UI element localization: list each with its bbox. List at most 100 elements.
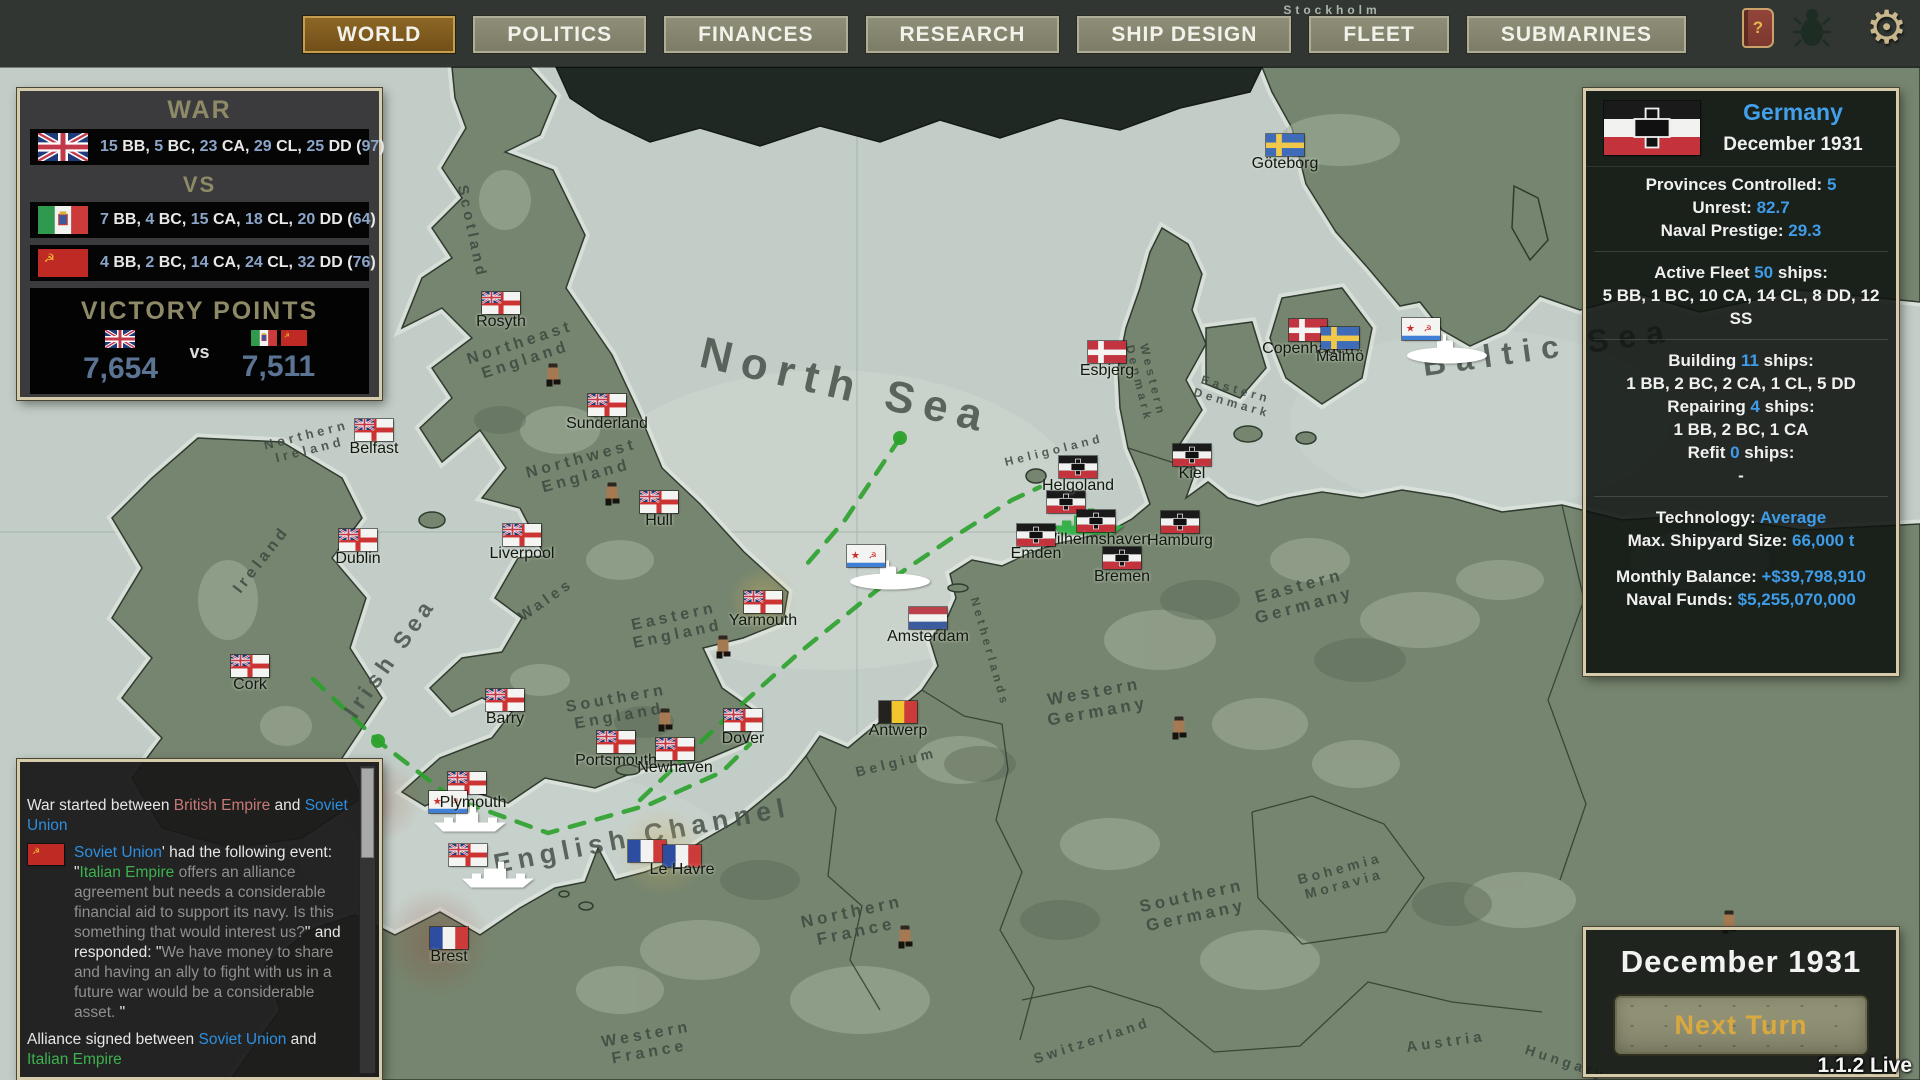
city-hamburg[interactable]: Hamburg	[1147, 511, 1213, 549]
city-label: Hull	[645, 512, 673, 529]
city-malmö[interactable]: Malmö	[1316, 327, 1364, 365]
city-label: Dover	[721, 730, 765, 747]
city-yarmouth[interactable]: Yarmouth	[729, 591, 797, 629]
vp-vs-label: vs	[189, 342, 210, 362]
flag-italy	[38, 206, 88, 234]
version-label: 1.1.2 Live	[1817, 1054, 1912, 1077]
flag-germany	[1017, 524, 1055, 546]
tab-finances[interactable]: FINANCES	[663, 15, 849, 54]
flag-netherlands	[909, 607, 947, 629]
tab-ship-design[interactable]: SHIP DESIGN	[1076, 15, 1293, 54]
city-portsmouth[interactable]: Portsmouth	[575, 731, 657, 769]
bug-icon[interactable]	[1792, 5, 1832, 56]
war-panel: WAR 15 BB, 5 BC, 23 CA, 29 CL, 25 DD (97…	[17, 88, 385, 400]
city-label: Helgoland	[1041, 477, 1115, 494]
army-unit-icon	[545, 363, 562, 393]
country-stat-line: -	[1738, 466, 1744, 485]
flag-france	[628, 840, 666, 862]
svg-text:★: ★	[851, 551, 860, 562]
city-label: Yarmouth	[728, 612, 798, 629]
flag-germany	[1059, 456, 1097, 478]
city-göteborg[interactable]: Göteborg	[1252, 134, 1318, 172]
tab-world[interactable]: WORLD	[302, 15, 457, 54]
city-emden[interactable]: Emden	[1011, 524, 1061, 562]
tab-research[interactable]: RESEARCH	[864, 15, 1061, 54]
event-log-scrollbar[interactable]	[359, 765, 376, 1074]
flag-sweden	[1321, 327, 1359, 349]
city-dublin[interactable]: Dublin	[335, 529, 381, 567]
country-stat-line: Naval Funds: $5,255,070,000	[1626, 590, 1856, 609]
fleet-flag-soviet-navy[interactable]: ★ ☭	[1402, 318, 1440, 340]
city-liverpool[interactable]: Liverpool	[490, 524, 554, 562]
nav-tabs: WORLD POLITICS FINANCES RESEARCH SHIP DESIGN…	[302, 15, 1688, 54]
army-unit-icon	[604, 482, 621, 512]
city-label: Bremen	[1093, 568, 1151, 585]
city-dover[interactable]: Dover	[722, 709, 764, 747]
city-bremen[interactable]: Bremen	[1094, 547, 1150, 585]
army-unit-icon	[1171, 716, 1188, 746]
country-stat-line: Technology: Average	[1594, 496, 1888, 529]
city-rosyth[interactable]: Rosyth	[476, 292, 526, 330]
army-unit-icon	[715, 635, 732, 665]
war-row-uk: 15 BB, 5 BC, 23 CA, 29 CL, 25 DD (97)	[30, 129, 385, 165]
city-label: Barry	[485, 710, 525, 727]
city-label: Le Havre	[649, 861, 715, 878]
city-label: Belfast	[349, 440, 399, 457]
scrollbar-thumb[interactable]	[361, 768, 374, 858]
victory-points-left: 7,654	[65, 330, 175, 386]
city-barry[interactable]: Barry	[486, 689, 524, 727]
current-date: December 1931	[1620, 944, 1862, 979]
city-le-havre[interactable]: Le Havre	[628, 840, 714, 878]
city-belfast[interactable]: Belfast	[350, 419, 398, 457]
city-label: Sunderland	[566, 415, 648, 432]
city-label: Hamburg	[1147, 532, 1213, 549]
next-turn-button[interactable]: Next Turn	[1613, 994, 1869, 1056]
city-label: Newhaven	[637, 759, 713, 776]
victory-points-block: VICTORY POINTS 7,654 vs ☭ 7,511	[30, 288, 369, 394]
country-stat-line: 1 BB, 2 BC, 1 CA	[1673, 420, 1809, 439]
city-label: Rosyth	[476, 313, 526, 330]
fleet-flag-uk-ensign[interactable]	[449, 844, 487, 866]
city-brest[interactable]: Brest	[430, 927, 468, 965]
city-label: Kiel	[1178, 465, 1206, 482]
flag-germany	[1173, 444, 1211, 466]
victory-points-right: ☭ 7,511	[224, 330, 334, 384]
settings-gear-icon[interactable]: ⚙	[1866, 0, 1907, 54]
event-log-panel: War started between British Empire and S…	[17, 759, 382, 1080]
fleet-flag-soviet-navy[interactable]: ★ ☭	[847, 545, 885, 567]
help-book-icon[interactable]: ?	[1742, 8, 1774, 48]
flag-uk-ensign	[482, 292, 520, 314]
flag-uk-ensign	[656, 738, 694, 760]
top-navbar: WORLD POLITICS FINANCES RESEARCH SHIP DESIGN…	[0, 0, 1920, 67]
city-sunderland[interactable]: Sunderland	[566, 394, 648, 432]
tab-fleet[interactable]: FLEET	[1308, 15, 1450, 54]
city-newhaven[interactable]: Newhaven	[637, 738, 713, 776]
city-helgoland[interactable]: Helgoland	[1042, 456, 1114, 513]
war-title: WAR	[167, 96, 232, 124]
city-antwerp[interactable]: Antwerp	[869, 701, 927, 739]
country-stat-line: 5 BB, 1 BC, 10 CA, 14 CL, 8 DD, 12 SS	[1602, 286, 1880, 328]
tab-politics[interactable]: POLITICS	[472, 15, 648, 54]
country-stat-line: 1 BB, 2 BC, 2 CA, 1 CL, 5 DD	[1626, 374, 1856, 393]
country-stats: Provinces Controlled: 5 Unrest: 82.7 Naval…	[1586, 167, 1896, 617]
flag-soviet-navy: ★ ☭	[1402, 318, 1440, 340]
city-label: Antwerp	[868, 722, 928, 739]
city-plymouth[interactable]: ★ ☭ Plymouth	[429, 772, 506, 813]
flag-soviet-navy: ★ ☭	[847, 545, 885, 567]
country-stat-line: Active Fleet 50 ships:	[1594, 251, 1888, 284]
city-cork[interactable]: Cork	[231, 655, 269, 693]
flag-uk-ensign	[640, 491, 678, 513]
flag-uk-ensign	[231, 655, 269, 677]
city-kiel[interactable]: Kiel	[1173, 444, 1211, 482]
city-wilhelmshaven[interactable]: Wilhelmshaven	[1042, 510, 1150, 548]
city-amsterdam[interactable]: Amsterdam	[887, 607, 969, 645]
flag-belgium	[879, 701, 917, 723]
country-stat-line: Unrest: 82.7	[1692, 198, 1790, 217]
svg-text:☭: ☭	[1424, 324, 1433, 334]
flag-uk-ensign	[355, 419, 393, 441]
city-esbjerg[interactable]: Esbjerg	[1080, 341, 1134, 379]
country-header: Germany December 1931	[1586, 91, 1896, 167]
city-label: Esbjerg	[1079, 362, 1135, 379]
tab-submarines[interactable]: SUBMARINES	[1465, 15, 1688, 54]
city-hull[interactable]: Hull	[640, 491, 678, 529]
